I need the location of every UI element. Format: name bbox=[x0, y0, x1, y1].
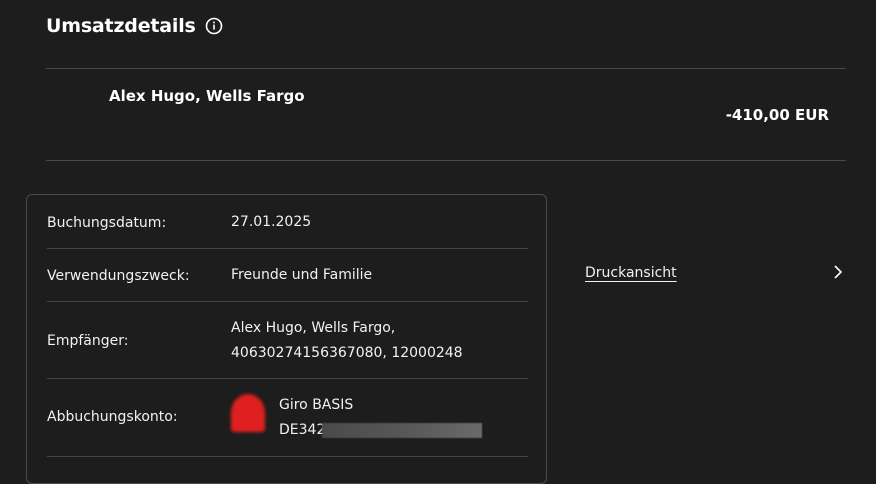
account-iban: DE342 bbox=[279, 418, 483, 443]
debit-account-value: Giro BASIS DE342 bbox=[279, 393, 483, 443]
info-icon[interactable] bbox=[205, 17, 223, 35]
payee-name: Alex Hugo, Wells Fargo bbox=[109, 87, 305, 105]
booking-date-label: Buchungsdatum: bbox=[47, 215, 167, 231]
purpose-label: Verwendungszweck: bbox=[47, 268, 190, 284]
recipient-line-1: Alex Hugo, Wells Fargo, bbox=[231, 320, 396, 336]
recipient-line-2: 40630274156367080, 12000248 bbox=[231, 345, 463, 361]
account-name: Giro BASIS bbox=[279, 397, 354, 413]
recipient-label: Empfänger: bbox=[47, 333, 129, 349]
account-iban-prefix: DE342 bbox=[279, 422, 326, 438]
row-debit-account: Abbuchungskonto: Giro BASIS DE342 bbox=[47, 379, 528, 457]
transaction-amount: -410,00 EUR bbox=[725, 106, 829, 124]
purpose-value: Freunde und Familie bbox=[231, 267, 373, 283]
debit-account-label: Abbuchungskonto: bbox=[47, 409, 178, 425]
summary-divider bbox=[46, 160, 846, 161]
row-booking-date: Buchungsdatum: 27.01.2025 bbox=[47, 195, 528, 249]
chevron-right-icon[interactable] bbox=[832, 264, 844, 280]
print-view-link[interactable]: Druckansicht bbox=[585, 262, 677, 284]
iban-redaction bbox=[322, 422, 483, 438]
transaction-details-card: Buchungsdatum: 27.01.2025 Verwendungszwe… bbox=[26, 194, 547, 484]
booking-date-value: 27.01.2025 bbox=[231, 214, 312, 230]
row-recipient: Empfänger: Alex Hugo, Wells Fargo, 40630… bbox=[47, 302, 528, 379]
bank-logo-icon bbox=[231, 394, 265, 432]
header-divider bbox=[46, 68, 846, 69]
row-purpose: Verwendungszweck: Freunde und Familie bbox=[47, 249, 528, 302]
page-title: Umsatzdetails bbox=[46, 15, 196, 37]
recipient-value: Alex Hugo, Wells Fargo, 4063027415636708… bbox=[231, 316, 463, 366]
